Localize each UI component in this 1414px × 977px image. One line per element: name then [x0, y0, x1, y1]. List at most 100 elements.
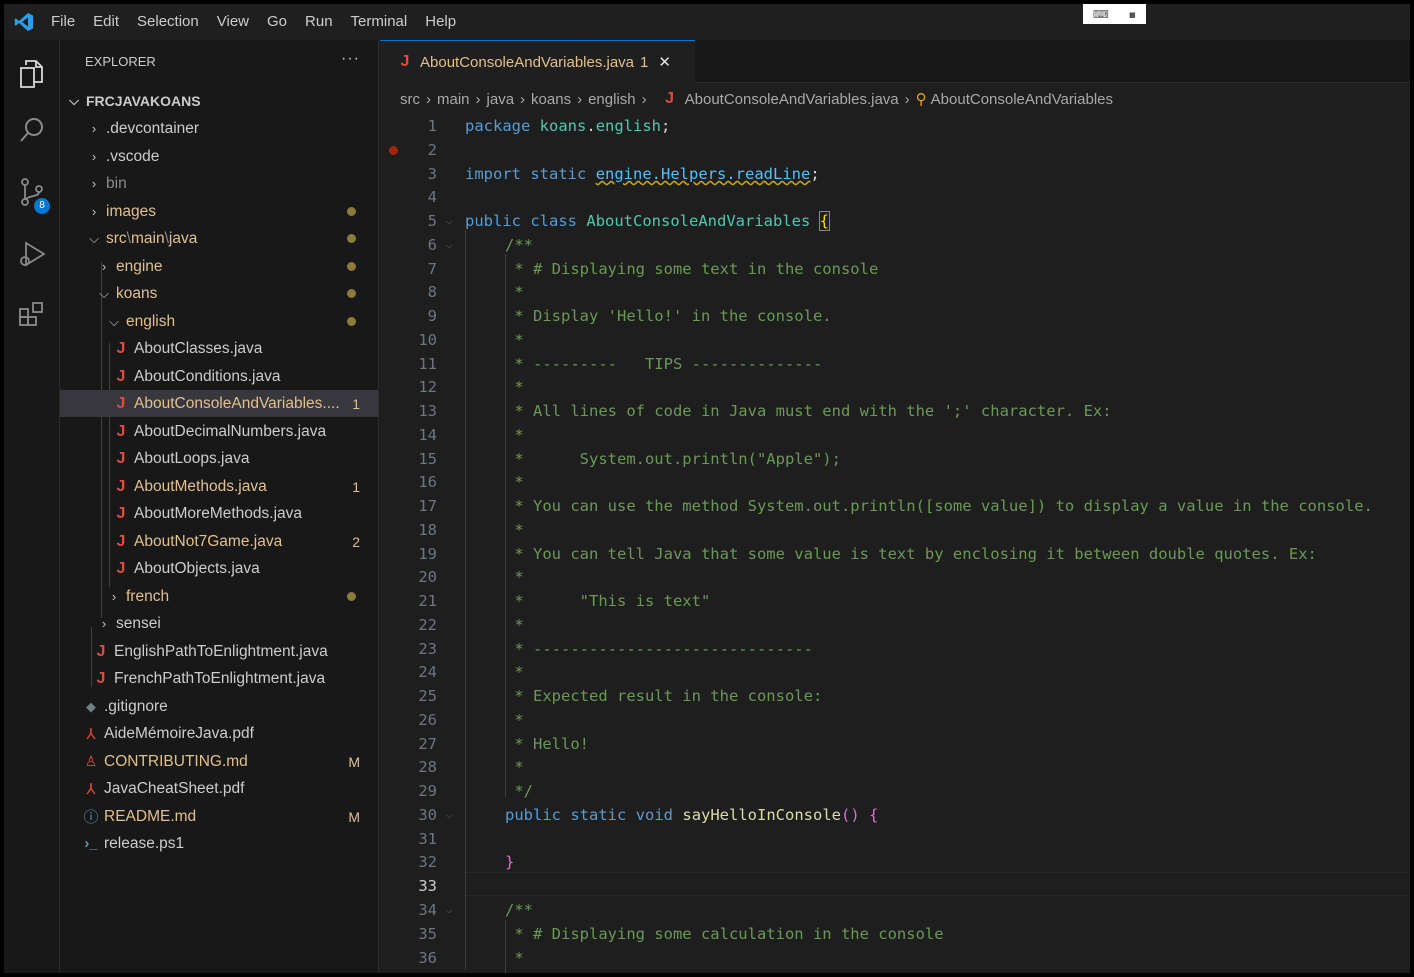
breadcrumb-main[interactable]: main	[437, 91, 470, 108]
chevron-right-icon: ›	[577, 90, 583, 108]
problem-count-badge: 2	[352, 533, 360, 550]
chevron-right-icon: ›	[91, 176, 97, 191]
file-aboutnot7game[interactable]: J AboutNot7Game.java 2	[60, 528, 378, 555]
search-icon[interactable]	[4, 102, 60, 158]
keyboard-icon: ⌨	[1092, 7, 1109, 21]
chevron-down-icon: ⌵	[109, 313, 119, 329]
explorer-sidebar: EXPLORER ··· ⌵ FRCJAVAKOANS › .devcontai…	[60, 40, 379, 973]
problem-count-badge: 1	[352, 395, 360, 412]
java-file-icon: J	[116, 367, 126, 385]
title-bar: File Edit Selection View Go Run Terminal…	[4, 4, 1410, 40]
breadcrumb-english[interactable]: english	[588, 91, 636, 108]
ribbon-file-icon: ♙	[84, 753, 98, 769]
chevron-right-icon: ›	[101, 616, 107, 631]
explorer-icon[interactable]	[4, 46, 60, 102]
folder-koans[interactable]: ⌵ koans	[60, 280, 378, 307]
file-aboutobjects[interactable]: J AboutObjects.java	[60, 555, 378, 582]
problem-count-badge: 1	[352, 478, 360, 495]
folder-devcontainer[interactable]: › .devcontainer	[60, 115, 378, 142]
java-file-icon: J	[116, 449, 126, 467]
chevron-down-icon: ⌵	[99, 285, 109, 301]
java-file-icon: J	[116, 422, 126, 440]
java-file-icon: J	[116, 339, 126, 357]
menu-terminal[interactable]: Terminal	[342, 7, 417, 37]
menu-view[interactable]: View	[208, 7, 258, 37]
git-modified-badge: M	[348, 753, 360, 770]
file-javacheatsheet-pdf[interactable]: ⅄ JavaCheatSheet.pdf	[60, 775, 378, 802]
code-line: import static engine.Helpers.readLine;	[465, 165, 820, 183]
file-aboutclasses[interactable]: J AboutClasses.java	[60, 335, 378, 362]
breadcrumb-src[interactable]: src	[400, 91, 420, 108]
extensions-icon[interactable]	[4, 286, 60, 342]
chevron-right-icon: ›	[111, 589, 117, 604]
lock-icon: ▪	[1128, 7, 1137, 21]
file-gitignore[interactable]: ◆ .gitignore	[60, 693, 378, 720]
folder-engine[interactable]: › engine	[60, 253, 378, 280]
file-aboutdecimalnumbers[interactable]: J AboutDecimalNumbers.java	[60, 418, 378, 445]
chevron-right-icon: ›	[641, 90, 647, 108]
breadcrumb-file[interactable]: AboutConsoleAndVariables.java	[685, 91, 899, 108]
folder-src-main-java[interactable]: ⌵ src \ main \ java	[60, 225, 378, 252]
breadcrumb-java[interactable]: java	[487, 91, 515, 108]
source-control-icon[interactable]: 8	[4, 164, 60, 220]
file-contributing-md[interactable]: ♙ CONTRIBUTING.md M	[60, 748, 378, 775]
info-file-icon: ⓘ	[83, 809, 99, 826]
close-icon[interactable]: ✕	[658, 53, 671, 71]
file-aboutconditions[interactable]: J AboutConditions.java	[60, 363, 378, 390]
java-file-icon: J	[116, 477, 126, 495]
more-actions-icon[interactable]: ···	[341, 50, 360, 68]
fold-chevron-icon[interactable]: ⌵	[446, 898, 453, 922]
java-file-icon: J	[116, 559, 126, 577]
scm-badge: 8	[34, 198, 50, 214]
menu-selection[interactable]: Selection	[128, 7, 208, 37]
fold-chevron-icon[interactable]: ⌵	[446, 209, 453, 233]
breadcrumb-class[interactable]: AboutConsoleAndVariables	[931, 91, 1113, 108]
folder-vscode[interactable]: › .vscode	[60, 143, 378, 170]
breadcrumb-koans[interactable]: koans	[531, 91, 571, 108]
code-editor[interactable]: 1 package koans.english; 2 3 import static…	[380, 110, 1410, 973]
file-release-ps1[interactable]: ›_ release.ps1	[60, 830, 378, 857]
fold-chevron-icon[interactable]: ⌵	[446, 233, 453, 257]
menu-run[interactable]: Run	[296, 7, 342, 37]
java-file-icon: J	[116, 532, 126, 550]
chevron-right-icon: ›	[520, 90, 526, 108]
chevron-right-icon: ›	[91, 149, 97, 164]
file-aidememoire-pdf[interactable]: ⅄ AideMémoireJava.pdf	[60, 720, 378, 747]
vscode-logo-icon[interactable]	[6, 7, 42, 37]
menu-help[interactable]: Help	[416, 7, 465, 37]
java-file-icon: J	[116, 504, 126, 522]
folder-english[interactable]: ⌵ english	[60, 308, 378, 335]
tab-aboutconsoleandvariables[interactable]: J AboutConsoleAndVariables.java 1 ✕	[380, 40, 695, 83]
powershell-file-icon: ›_	[84, 835, 98, 852]
run-debug-icon[interactable]	[4, 226, 60, 282]
file-aboutmoremethods[interactable]: J AboutMoreMethods.java	[60, 500, 378, 527]
menu-go[interactable]: Go	[258, 7, 296, 37]
folder-images[interactable]: › images	[60, 198, 378, 225]
java-file-icon: J	[665, 90, 675, 107]
file-englishpathtoenlightment[interactable]: J EnglishPathToEnlightment.java	[60, 638, 378, 665]
title-widget[interactable]: ⌨ ▪	[1083, 4, 1146, 24]
menu-file[interactable]: File	[42, 7, 84, 37]
file-aboutconsoleandvariables[interactable]: J AboutConsoleAndVariables.... 1	[60, 390, 378, 417]
file-aboutloops[interactable]: J AboutLoops.java	[60, 445, 378, 472]
workspace-root[interactable]: ⌵ FRCJAVAKOANS	[60, 87, 378, 114]
import-reference: engine.Helpers.readLine	[595, 165, 811, 183]
tab-label: AboutConsoleAndVariables.java	[420, 53, 635, 71]
modified-dot	[347, 289, 356, 298]
folder-french[interactable]: › french	[60, 583, 378, 610]
pdf-file-icon: ⅄	[86, 780, 96, 798]
menu-edit[interactable]: Edit	[84, 7, 128, 37]
folder-bin[interactable]: › bin	[60, 170, 378, 197]
chevron-right-icon: ›	[426, 90, 431, 108]
folder-sensei[interactable]: › sensei	[60, 610, 378, 637]
fold-chevron-icon[interactable]: ⌵	[446, 803, 453, 827]
pdf-file-icon: ⅄	[86, 725, 96, 743]
file-frenchpathtoenlightment[interactable]: J FrenchPathToEnlightment.java	[60, 665, 378, 692]
chevron-right-icon: ›	[91, 204, 97, 219]
modified-dot	[347, 592, 356, 601]
file-readme-md[interactable]: ⓘ README.md M	[60, 803, 378, 830]
file-aboutmethods[interactable]: J AboutMethods.java 1	[60, 473, 378, 500]
java-file-icon: J	[400, 53, 410, 70]
chevron-down-icon: ⌵	[69, 92, 79, 108]
java-file-icon: J	[96, 669, 106, 687]
